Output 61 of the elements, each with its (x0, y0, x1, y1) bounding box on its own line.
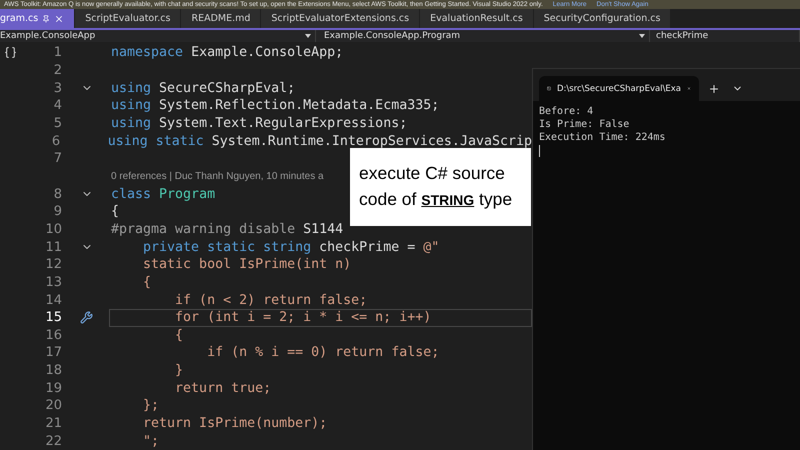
code-line: namespace Example.ConsoleApp; (111, 44, 344, 62)
annotation-callout: execute C# source code of STRING type (350, 148, 531, 226)
code-line: { (174, 326, 184, 344)
code-line: { (111, 203, 120, 221)
file-tab[interactable]: SecurityConfiguration.cs (534, 9, 670, 28)
member-dropdown[interactable]: checkPrime (650, 30, 800, 42)
project-dropdown[interactable]: Example.ConsoleApp (0, 30, 316, 42)
scope-icon (4, 46, 17, 60)
code-line: static bool IsPrime(int n) (142, 256, 352, 274)
line-number: 16 (44, 328, 62, 343)
code-line: private static string checkPrime = @" (142, 238, 440, 256)
code-line: #pragma warning disable S1144 (111, 220, 344, 238)
line-number: 12 (44, 257, 62, 272)
code-line: using System.Text.RegularExpressions; (111, 114, 408, 132)
code-line: }; (142, 397, 160, 415)
file-tab[interactable]: README.md (181, 9, 260, 28)
line-number: 10 (44, 222, 62, 237)
line-number: 1 (52, 45, 62, 60)
code-line: return true; (174, 380, 272, 398)
line-number: 14 (44, 292, 62, 308)
line-number: 7 (52, 151, 62, 166)
plus-icon[interactable] (708, 82, 720, 94)
code-line: { (142, 274, 152, 292)
code-line: "; (142, 432, 160, 450)
pin-icon[interactable] (42, 14, 50, 22)
code-line: return IsPrime(number); (142, 415, 328, 432)
close-icon[interactable] (54, 14, 64, 24)
line-number: 21 (44, 416, 62, 432)
line-number: 9 (52, 204, 62, 220)
line-number: 11 (44, 240, 62, 255)
line-number: 13 (44, 274, 62, 290)
code-line: using SecureCSharpEval; (111, 80, 296, 97)
code-line: using static System.Runtime.InteropServices.JavaScrip (108, 132, 532, 150)
code-line: } (174, 362, 184, 380)
line-number: 6 (50, 134, 60, 149)
line-number: 22 (44, 434, 62, 449)
line-number: 5 (52, 116, 62, 131)
terminal-output: Before: 4 (539, 105, 594, 118)
line-number: 2 (52, 62, 62, 78)
terminal-tab[interactable]: D:\src\SecureCSharpEval\Exa (539, 76, 699, 101)
file-tab[interactable]: EvaluationResult.cs (420, 9, 533, 28)
text-cursor (539, 145, 540, 157)
code-lens[interactable]: 0 references | Duc Thanh Nguyen, 10 minutes a (111, 170, 324, 182)
type-dropdown[interactable]: Example.ConsoleApp.Program (316, 30, 650, 42)
terminal-output: Is Prime: False (539, 118, 630, 131)
line-number: 17 (44, 345, 62, 360)
terminal-output: Execution Time: 224ms (539, 131, 666, 144)
file-tab[interactable]: ScriptEvaluatorExtensions.cs (261, 9, 420, 28)
line-number: 19 (44, 380, 62, 396)
file-tab[interactable]: ScriptEvaluator.cs (75, 9, 180, 28)
line-number: 20 (44, 398, 62, 414)
code-line: if (n % i == 0) return false; (206, 344, 440, 362)
line-number: 18 (44, 363, 62, 378)
file-tab[interactable]: gram.cs (0, 9, 74, 28)
code-line: class Program (111, 186, 216, 203)
line-number: 4 (52, 98, 62, 114)
line-number: 3 (52, 80, 62, 96)
code-line: using System.Reflection.Metadata.Ecma335; (111, 97, 440, 115)
line-number: 8 (52, 186, 62, 202)
line-number: 15 (44, 310, 62, 326)
code-line: if (n < 2) return false; (174, 292, 368, 309)
